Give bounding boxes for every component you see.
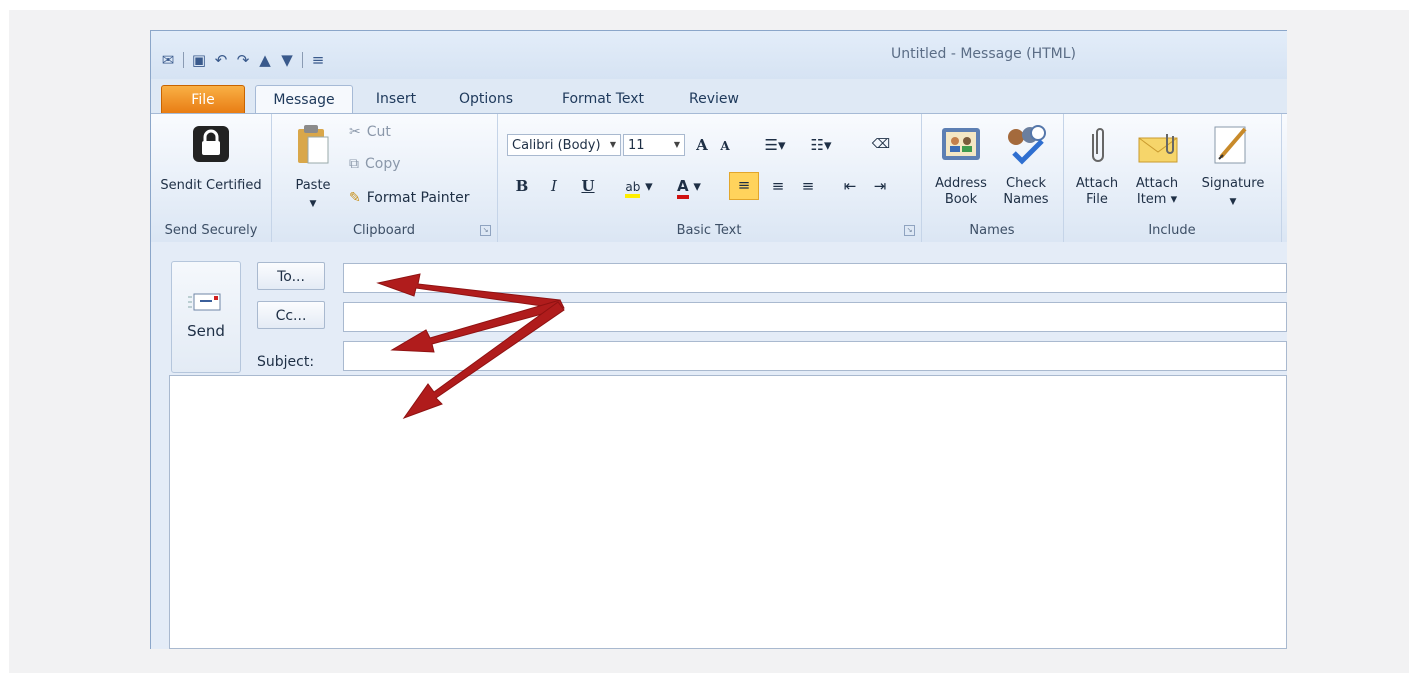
group-label: Include [1148, 223, 1196, 238]
undo-icon[interactable]: ↶ [212, 51, 230, 69]
font-name-combo[interactable]: Calibri (Body) ▼ [507, 134, 621, 156]
attach-item-icon [1135, 128, 1183, 168]
cut-label: Cut [366, 124, 391, 140]
paste-button[interactable]: Paste [281, 178, 345, 194]
cc-field[interactable] [343, 302, 1287, 332]
quick-access-toolbar: ✉ ▣ ↶ ↷ ▲ ▼ ≡ [159, 49, 327, 71]
copy-label: Copy [365, 156, 401, 172]
highlight-icon[interactable]: ab ▾ [619, 174, 659, 198]
group-label: Send Securely [164, 223, 258, 238]
ribbon-tabs: File Message Insert Options Format Text … [151, 79, 1287, 114]
copy-icon: ⧉ [349, 156, 359, 172]
cut-button[interactable]: ✂ Cut [349, 124, 391, 140]
signature-button[interactable]: Signature [1191, 176, 1275, 192]
sendit-certified-button[interactable]: Sendit Certified [151, 178, 271, 194]
chevron-down-icon[interactable]: ▼ [606, 135, 620, 155]
save-icon[interactable]: ▣ [190, 51, 208, 69]
format-painter-button[interactable]: ✎ Format Painter [349, 190, 470, 206]
compose-form: Send To... Cc... Subject: [151, 242, 1287, 649]
group-label: Names [969, 223, 1015, 238]
font-size-value: 11 [628, 138, 645, 153]
font-color-icon[interactable]: A ▾ [669, 174, 709, 199]
bullets-icon[interactable]: ☰▾ [755, 133, 795, 157]
to-field[interactable] [343, 263, 1287, 293]
send-label: Send [187, 322, 225, 340]
cc-button[interactable]: Cc... [257, 301, 325, 329]
decrease-indent-icon[interactable]: ⇤ [837, 174, 863, 198]
title-bar: ✉ ▣ ↶ ↷ ▲ ▼ ≡ Untitled - Message (HTML) [151, 31, 1287, 79]
dialog-launcher-icon[interactable]: ↘ [904, 225, 915, 236]
check-names-icon [1001, 122, 1049, 166]
down-arrow-icon[interactable]: ▼ [278, 51, 296, 69]
font-size-combo[interactable]: 11 ▼ [623, 134, 685, 156]
subject-label: Subject: [257, 354, 315, 370]
chevron-down-icon[interactable]: ▼ [670, 135, 684, 155]
app-icon[interactable]: ✉ [159, 51, 177, 69]
paste-dropdown-icon[interactable]: ▼ [281, 196, 345, 212]
attach-item-label: Attach Item [1135, 176, 1179, 207]
window-title: Untitled - Message (HTML) [891, 46, 1077, 62]
underline-button[interactable]: U [577, 174, 599, 198]
outlook-message-window: ✉ ▣ ↶ ↷ ▲ ▼ ≡ Untitled - Message (HTML) … [150, 30, 1287, 649]
signature-dropdown-icon[interactable]: ▼ [1191, 194, 1275, 210]
group-basic-text: Calibri (Body) ▼ 11 ▼ A A ☰▾ ☷▾ ⌫ B I U ab… [497, 114, 922, 242]
tab-format-text[interactable]: Format Text [553, 85, 653, 113]
address-book-button[interactable]: Address Book [929, 176, 993, 208]
lock-icon [191, 124, 231, 164]
attach-file-button[interactable]: Attach File [1071, 176, 1123, 208]
group-clipboard: Paste ▼ ✂ Cut ⧉ Copy ✎ Format Painter Clipb… [271, 114, 498, 242]
address-book-icon [939, 122, 983, 166]
tab-file[interactable]: File [161, 85, 245, 114]
attach-item-button[interactable]: Attach Item ▾ [1129, 176, 1185, 208]
align-left-icon[interactable]: ≡ [729, 172, 759, 200]
font-name-value: Calibri (Body) [512, 138, 601, 153]
send-button[interactable]: Send [171, 261, 241, 373]
envelope-icon [184, 290, 228, 314]
message-body[interactable] [169, 375, 1287, 649]
paintbrush-icon: ✎ [349, 190, 361, 206]
align-center-icon[interactable]: ≡ [765, 174, 791, 198]
dialog-launcher-icon[interactable]: ↘ [480, 225, 491, 236]
check-names-button[interactable]: Check Names [995, 176, 1057, 208]
toolbar-separator [302, 52, 303, 68]
group-label: Basic Text [676, 223, 742, 238]
customize-icon[interactable]: ≡ [309, 51, 327, 69]
group-label: Clipboard [352, 223, 416, 238]
ribbon: Sendit Certified Send Securely Paste ▼ ✂… [151, 113, 1287, 243]
signature-icon [1209, 122, 1253, 168]
paperclip-icon [1077, 124, 1117, 168]
up-arrow-icon[interactable]: ▲ [256, 51, 274, 69]
copy-button[interactable]: ⧉ Copy [349, 156, 401, 172]
subject-field[interactable] [343, 341, 1287, 371]
align-right-icon[interactable]: ≡ [795, 174, 821, 198]
group-send-securely: Sendit Certified Send Securely [151, 114, 272, 242]
clear-formatting-icon[interactable]: ⌫ [867, 133, 895, 157]
paste-icon [295, 122, 331, 166]
scissors-icon: ✂ [349, 124, 361, 140]
redo-icon[interactable]: ↷ [234, 51, 252, 69]
increase-indent-icon[interactable]: ⇥ [867, 174, 893, 198]
to-button[interactable]: To... [257, 262, 325, 290]
tab-insert[interactable]: Insert [366, 85, 426, 113]
italic-button[interactable]: I [543, 174, 565, 198]
format-painter-label: Format Painter [366, 190, 470, 206]
numbering-icon[interactable]: ☷▾ [799, 133, 843, 157]
grow-font-icon[interactable]: A [691, 133, 713, 157]
group-include: Attach File Attach Item ▾ Signature ▼ In… [1063, 114, 1282, 242]
shrink-font-icon[interactable]: A [715, 134, 735, 158]
bold-button[interactable]: B [511, 174, 533, 198]
tab-options[interactable]: Options [451, 85, 521, 113]
tab-message[interactable]: Message [255, 85, 353, 114]
toolbar-separator [183, 52, 184, 68]
group-names: Address Book Check Names Names [921, 114, 1064, 242]
tab-review[interactable]: Review [681, 85, 747, 113]
